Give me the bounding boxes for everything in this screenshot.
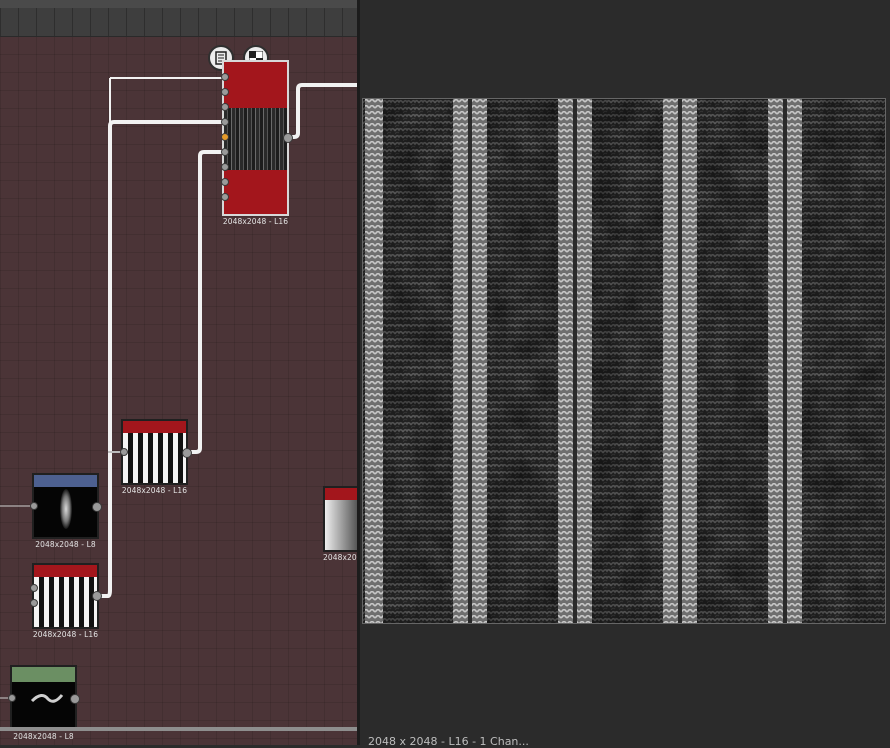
node-resolution-label: 2048x20 — [323, 553, 357, 562]
node-resolution-label: 2048x2048 - L8 — [35, 540, 96, 549]
input-port[interactable] — [221, 103, 229, 111]
input-port[interactable] — [221, 163, 229, 171]
texture-preview[interactable] — [362, 98, 886, 624]
blend-node-thumbnail — [222, 60, 289, 216]
node-header — [34, 475, 97, 487]
node-header — [123, 421, 186, 433]
partial-thumbnail — [323, 486, 358, 552]
output-port[interactable] — [92, 591, 102, 601]
output-port[interactable] — [92, 502, 102, 512]
input-port[interactable] — [221, 178, 229, 186]
input-port[interactable] — [120, 448, 128, 456]
wire-stripes-bottom-to-blend — [96, 120, 224, 598]
input-port[interactable] — [8, 694, 16, 702]
input-port[interactable] — [30, 599, 38, 607]
node-resolution-label: 2048x2048 - L8 — [13, 732, 74, 741]
wire-stripes-top-to-blend — [186, 150, 224, 454]
brush-thumbnail — [10, 665, 77, 731]
partial-node[interactable]: 2048x20 — [323, 486, 358, 562]
brush-preview — [30, 694, 64, 703]
stripes-thumbnail — [121, 419, 188, 485]
wire-thin — [109, 77, 225, 123]
input-port[interactable] — [221, 73, 229, 81]
noise-thumbnail — [32, 473, 99, 539]
noise-node[interactable]: 2048x2048 - L8 — [30, 473, 102, 549]
input-port[interactable] — [221, 118, 229, 126]
input-port[interactable] — [221, 193, 229, 201]
preview-status-text: 2048 x 2048 - L16 - 1 Chan... — [368, 735, 529, 748]
input-port[interactable] — [221, 88, 229, 96]
2d-view-pane[interactable]: 2048 x 2048 - L16 - 1 Chan... — [360, 0, 890, 748]
output-port[interactable] — [182, 448, 192, 458]
stripes-thumbnail — [32, 563, 99, 629]
input-port[interactable] — [30, 584, 38, 592]
noise-preview — [60, 489, 72, 529]
brush-node[interactable]: 2048x2048 - L8 — [8, 665, 80, 741]
node-resolution-label: 2048x2048 - L16 — [121, 486, 188, 495]
node-resolution-label: 2048x2048 - L16 — [32, 630, 99, 639]
node-header — [34, 565, 97, 577]
input-port[interactable] — [221, 148, 229, 156]
blend-node[interactable]: 2048x2048 - L16 — [221, 60, 293, 226]
stripes-node-bottom[interactable]: 2048x2048 - L16 — [30, 563, 102, 639]
node-resolution-label: 2048x2048 - L16 — [222, 217, 289, 226]
node-graph-pane[interactable]: 2048x2048 - L16 2048x2048 - L16 2048x204… — [0, 0, 358, 745]
input-port[interactable] — [30, 502, 38, 510]
woven-texture-image — [363, 99, 885, 623]
output-port[interactable] — [283, 133, 293, 143]
stripes-node-top[interactable]: 2048x2048 - L16 — [120, 419, 192, 495]
input-port-active[interactable] — [221, 133, 229, 141]
horizontal-scrollbar[interactable] — [0, 727, 358, 731]
node-header — [325, 488, 358, 500]
wire-blend-output — [288, 83, 358, 139]
blend-preview — [224, 108, 287, 170]
output-port[interactable] — [70, 694, 80, 704]
